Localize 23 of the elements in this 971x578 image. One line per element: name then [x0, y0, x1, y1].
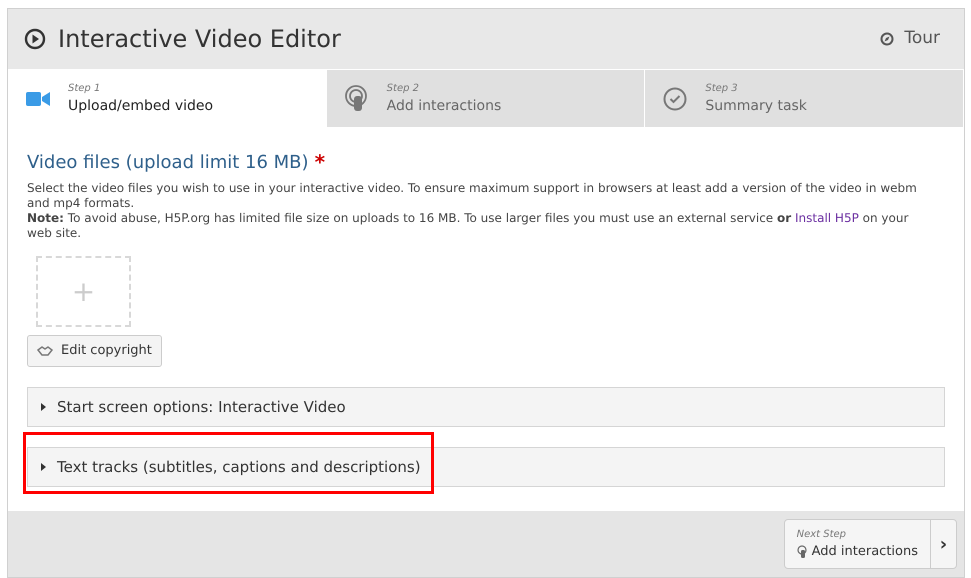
install-link[interactable]: Install H5P	[794, 211, 859, 225]
caret-right-icon	[41, 463, 47, 471]
tour-button[interactable]: Tour	[880, 26, 940, 52]
next-step-label: Add interactions	[812, 542, 918, 561]
collapsible-section-header[interactable]: Text tracks (subtitles, captions and descriptions)	[27, 447, 945, 487]
collapsible-section-header[interactable]: Start screen options: Interactive Video	[27, 387, 945, 427]
edit-copyright-button[interactable]: Edit copyright	[27, 335, 162, 367]
check-circle-icon	[663, 86, 688, 110]
next-step-caption: Next Step	[796, 528, 846, 542]
touch-icon	[344, 84, 369, 112]
field-title: Video files (upload limit 16 MB)	[27, 150, 309, 174]
video-camera-icon	[26, 90, 50, 108]
play-icon	[24, 28, 46, 50]
step-tab[interactable]: Step 2 Add interactions	[326, 70, 646, 127]
compass-icon	[880, 32, 894, 46]
next-step-button[interactable]: Next Step Add interactions ›	[784, 519, 957, 569]
required-mark: *	[314, 149, 326, 176]
note-text: Note: To avoid abuse, H5P.org has limited file size on uploads to 16 MB. To use larger files you must use an external service or Install H5P on your web site.	[27, 211, 910, 241]
touch-icon	[796, 544, 808, 558]
caret-right-icon	[41, 403, 47, 411]
field-description: Select the video files you wish to use in your interactive video. To ensure maximum support in browsers at least add a version of the video in webm and mp4 formats.	[27, 181, 918, 211]
step-tab[interactable]: Step 3 Summary task	[645, 70, 964, 127]
window-title: Interactive Video Editor	[58, 24, 341, 55]
